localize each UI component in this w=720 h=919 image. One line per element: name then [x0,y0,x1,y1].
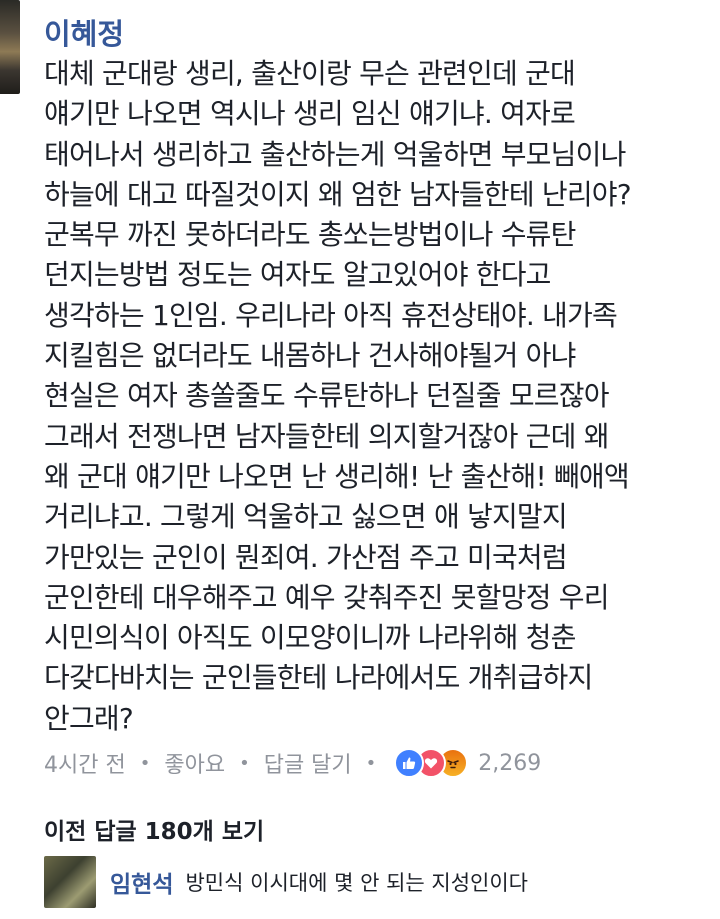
separator-dot: • [139,752,151,774]
reply-button[interactable]: 답글 달기 [264,747,352,779]
comment-meta-bar: 4시간 전 • 좋아요 • 답글 달기 • 2,269 [44,744,541,782]
comment-timestamp[interactable]: 4시간 전 [44,747,126,779]
reaction-count[interactable]: 2,269 [478,751,541,776]
thumbs-up-icon [403,757,416,769]
comment: 이혜정 대체 군대랑 생리, 출산이랑 무슨 관련인데 군대 얘기만 나오면 역… [44,14,710,739]
heart-icon [425,758,438,769]
reaction-summary[interactable]: 2,269 [394,748,541,778]
angry-face-icon [447,760,460,769]
reply-item: 임현석 방민식 이시대에 몇 안 되는 지성인이다 [44,856,528,908]
view-previous-replies-link[interactable]: 이전 답글 180개 보기 [44,812,264,846]
reply-text: 방민식 이시대에 몇 안 되는 지성인이다 [185,871,528,895]
comment-thread: 이혜정 대체 군대랑 생리, 출산이랑 무슨 관련인데 군대 얘기만 나오면 역… [0,0,720,919]
separator-dot: • [365,752,377,774]
reply-avatar[interactable] [44,856,96,908]
reply-author[interactable]: 임현석 [110,865,173,899]
comment-author[interactable]: 이혜정 [44,14,710,54]
commenter-avatar[interactable] [0,0,20,94]
separator-dot: • [239,752,250,774]
like-button[interactable]: 좋아요 [164,747,225,779]
comment-body: 대체 군대랑 생리, 출산이랑 무슨 관련인데 군대 얘기만 나오면 역시나 생… [44,57,632,735]
